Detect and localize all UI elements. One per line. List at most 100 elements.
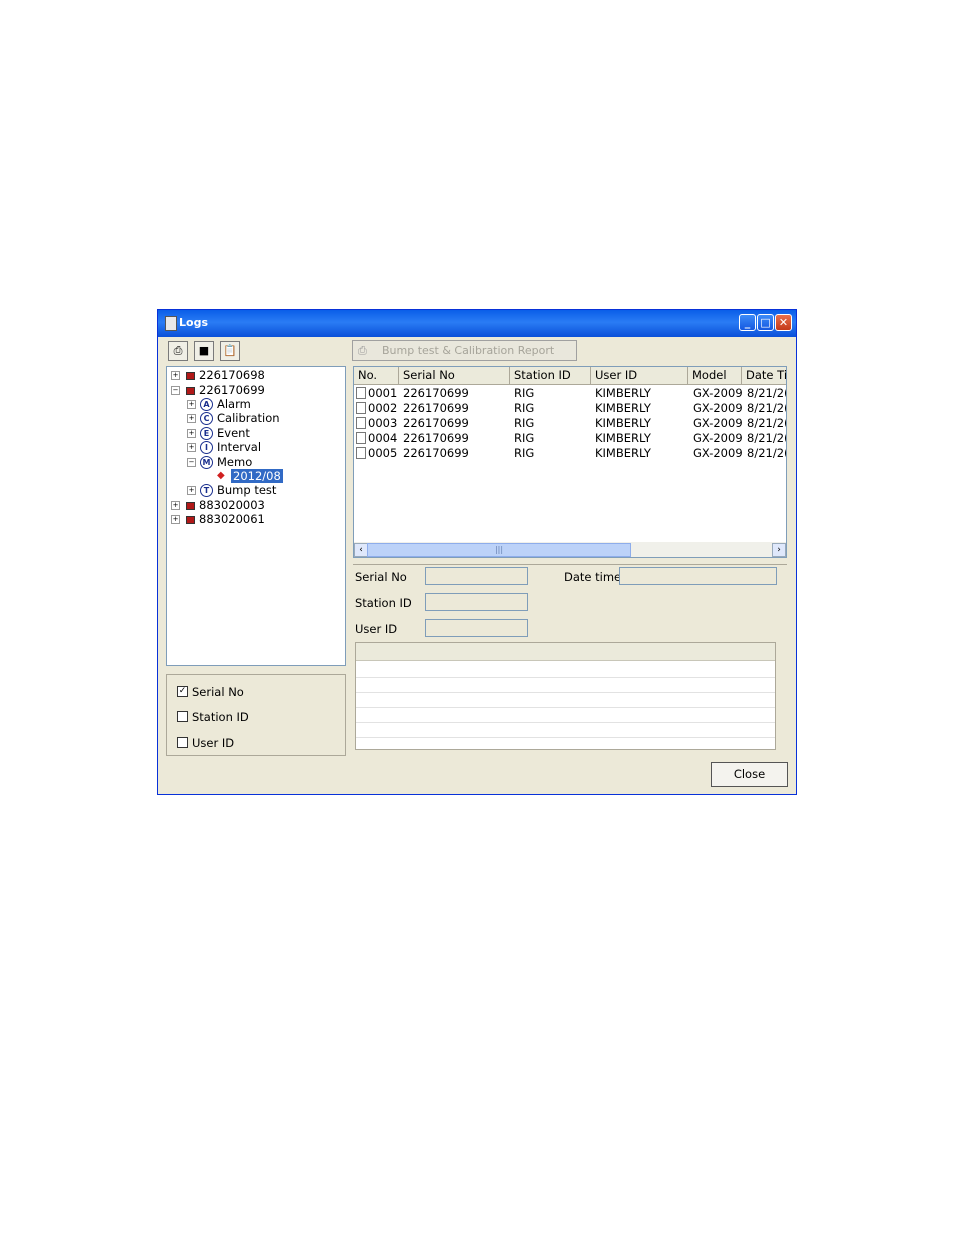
device-tree[interactable]: + 226170698 − 226170699 + A Alarm + C Ca…: [166, 366, 346, 666]
checkbox-box[interactable]: ✓: [177, 686, 188, 697]
interval-icon: I: [200, 441, 213, 454]
log-table[interactable]: No. Serial No Station ID User ID Model D…: [353, 366, 787, 558]
horizontal-scrollbar[interactable]: ‹ ||| ›: [354, 542, 786, 557]
table-row[interactable]: 0001 226170699 RIG KIMBERLY GX-2009 8/21…: [354, 386, 786, 401]
grid-row-divider: [356, 722, 775, 723]
serial-no-checkbox[interactable]: ✓ Serial No: [177, 685, 244, 699]
cell-station: RIG: [514, 446, 535, 460]
column-header-station[interactable]: Station ID: [510, 367, 591, 384]
document-icon: [356, 387, 366, 399]
tree-node-bump-test[interactable]: + T Bump test: [187, 483, 337, 497]
tree-node-label: Memo: [217, 455, 253, 469]
cell-user: KIMBERLY: [595, 431, 651, 445]
close-window-button[interactable]: ✕: [775, 314, 792, 331]
cell-user: KIMBERLY: [595, 401, 651, 415]
tree-node-label: 883020003: [199, 498, 265, 512]
station-id-checkbox[interactable]: Station ID: [177, 710, 249, 724]
document-icon: [356, 417, 366, 429]
cell-station: RIG: [514, 416, 535, 430]
calibration-icon: C: [200, 412, 213, 425]
expand-icon[interactable]: +: [171, 501, 180, 510]
cell-user: KIMBERLY: [595, 446, 651, 460]
expand-icon[interactable]: +: [171, 371, 180, 380]
checkbox-box[interactable]: [177, 737, 188, 748]
cell-model: GX-2009: [693, 401, 743, 415]
table-row[interactable]: 0004 226170699 RIG KIMBERLY GX-2009 8/21…: [354, 431, 786, 446]
tree-node-label: 226170699: [199, 383, 265, 397]
save-button[interactable]: ■: [194, 341, 214, 361]
tree-node-memo-month[interactable]: ◆ 2012/08: [217, 469, 337, 483]
print-button[interactable]: ⎙: [168, 341, 188, 361]
grid-row-divider: [356, 737, 775, 738]
user-id-field[interactable]: [425, 619, 528, 637]
table-row[interactable]: 0002 226170699 RIG KIMBERLY GX-2009 8/21…: [354, 401, 786, 416]
filter-panel: ✓ Serial No Station ID User ID: [166, 674, 346, 756]
minimize-button[interactable]: _: [739, 314, 756, 331]
title-bar[interactable]: Logs _ □ ✕: [158, 310, 796, 337]
clipboard-button[interactable]: 📋: [220, 341, 240, 361]
tree-node-device[interactable]: + 226170698: [171, 368, 341, 382]
printer-icon: ⎙: [358, 344, 367, 357]
expand-icon[interactable]: +: [187, 443, 196, 452]
column-header-serial[interactable]: Serial No: [399, 367, 510, 384]
expand-icon[interactable]: +: [187, 400, 196, 409]
alarm-icon: A: [200, 398, 213, 411]
scroll-thumb[interactable]: |||: [367, 543, 631, 557]
cell-date: 8/21/2(: [747, 416, 787, 430]
collapse-icon[interactable]: −: [187, 458, 196, 467]
clipboard-icon: 📋: [223, 344, 237, 357]
user-id-checkbox[interactable]: User ID: [177, 736, 234, 750]
grid-row-divider: [356, 692, 775, 693]
tree-node-device[interactable]: + 883020061: [171, 512, 341, 526]
table-row[interactable]: 0003 226170699 RIG KIMBERLY GX-2009 8/21…: [354, 416, 786, 431]
maximize-button[interactable]: □: [757, 314, 774, 331]
floppy-disk-icon: ■: [198, 344, 210, 357]
detail-grid[interactable]: [355, 642, 776, 750]
station-id-field[interactable]: [425, 593, 528, 611]
tree-node-label: 883020061: [199, 512, 265, 526]
tree-node-label: Alarm: [217, 397, 251, 411]
collapse-icon[interactable]: −: [171, 386, 180, 395]
tree-node-alarm[interactable]: + A Alarm: [187, 397, 337, 411]
close-button[interactable]: Close: [711, 762, 788, 787]
column-header-user[interactable]: User ID: [591, 367, 688, 384]
tree-node-device[interactable]: − 226170699: [171, 383, 341, 397]
tree-node-label: Bump test: [217, 483, 277, 497]
expand-icon[interactable]: +: [187, 414, 196, 423]
tree-node-calibration[interactable]: + C Calibration: [187, 411, 337, 425]
checkbox-box[interactable]: [177, 711, 188, 722]
report-button[interactable]: ⎙ Bump test & Calibration Report: [352, 340, 577, 361]
expand-icon[interactable]: +: [171, 515, 180, 524]
scroll-left-arrow-icon[interactable]: ‹: [354, 543, 368, 557]
cell-date: 8/21/2(: [747, 446, 787, 460]
column-header-model[interactable]: Model: [688, 367, 742, 384]
cell-serial: 226170699: [403, 386, 469, 400]
cell-model: GX-2009: [693, 446, 743, 460]
detail-panel: Serial No Date time Station ID User ID: [353, 564, 787, 757]
cell-model: GX-2009: [693, 431, 743, 445]
cell-station: RIG: [514, 401, 535, 415]
expand-icon[interactable]: +: [187, 429, 196, 438]
tree-node-memo[interactable]: − M Memo: [187, 455, 337, 469]
logs-window: Logs _ □ ✕ ⎙ ■ 📋 ⎙ Bump test & Calibrati…: [157, 309, 797, 795]
checkbox-label: Station ID: [192, 710, 249, 724]
table-row[interactable]: 0005 226170699 RIG KIMBERLY GX-2009 8/21…: [354, 446, 786, 461]
device-icon: [186, 372, 195, 380]
document-icon: [356, 402, 366, 414]
window-title: Logs: [179, 316, 208, 329]
date-time-field[interactable]: [619, 567, 777, 585]
expand-icon[interactable]: +: [187, 486, 196, 495]
station-id-label: Station ID: [355, 596, 412, 610]
printer-icon: ⎙: [173, 344, 183, 357]
bump-test-icon: T: [200, 484, 213, 497]
checkbox-label: User ID: [192, 736, 235, 750]
tree-node-label: 226170698: [199, 368, 265, 382]
cell-date: 8/21/2(: [747, 431, 787, 445]
tree-node-interval[interactable]: + I Interval: [187, 440, 337, 454]
scroll-right-arrow-icon[interactable]: ›: [772, 543, 786, 557]
tree-node-event[interactable]: + E Event: [187, 426, 337, 440]
column-header-date[interactable]: Date Ti: [742, 367, 786, 384]
column-header-no[interactable]: No.: [354, 367, 399, 384]
tree-node-device[interactable]: + 883020003: [171, 498, 341, 512]
serial-no-field[interactable]: [425, 567, 528, 585]
